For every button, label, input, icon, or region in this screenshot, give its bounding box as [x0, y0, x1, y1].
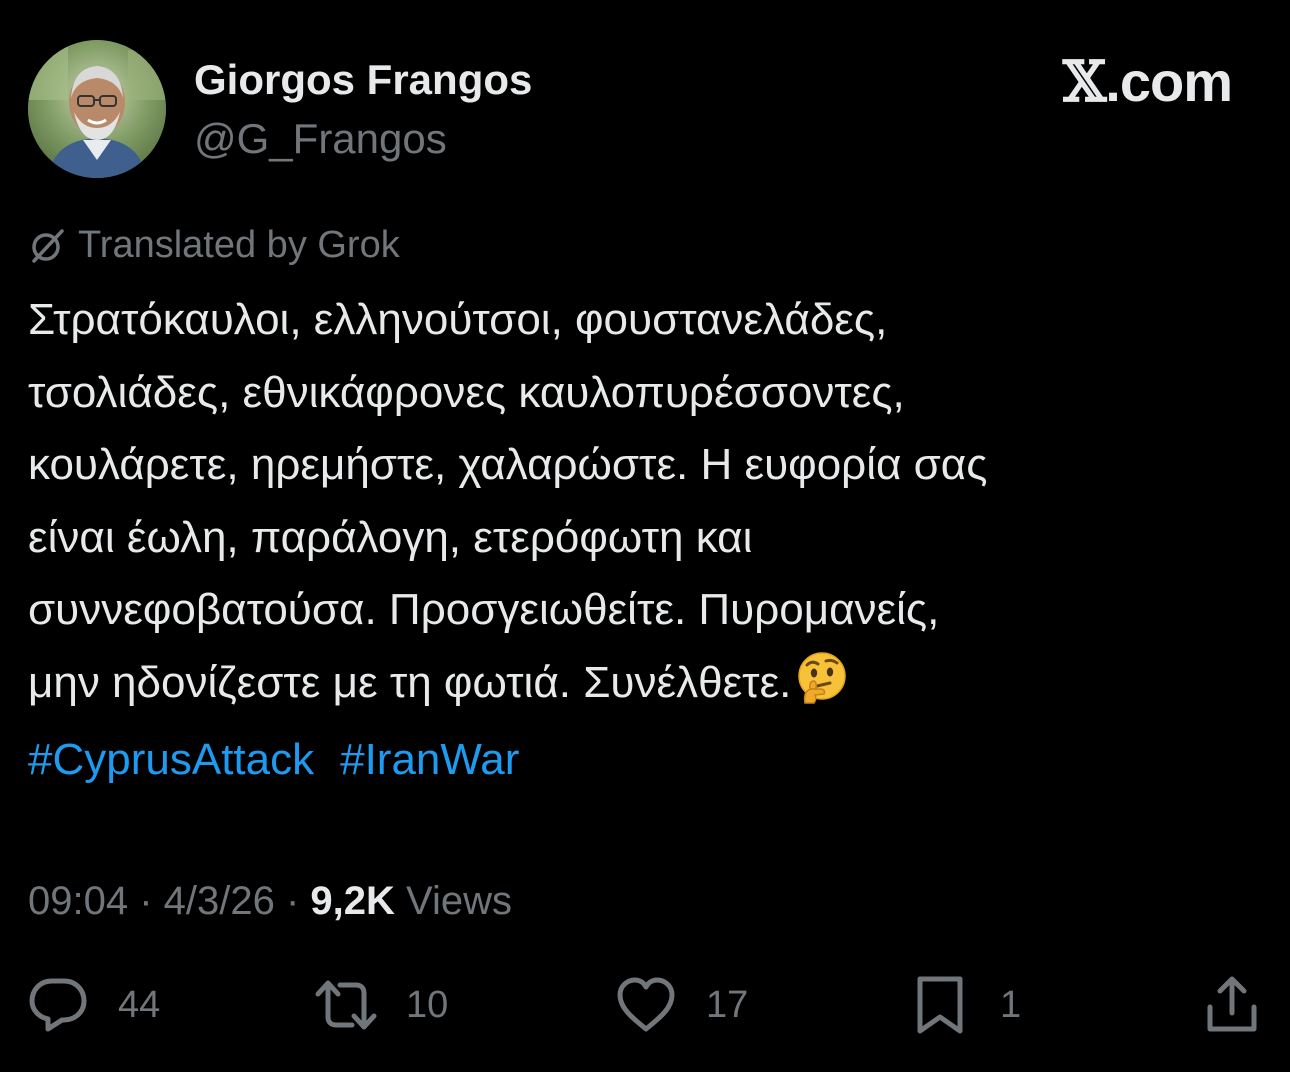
tweet-text-line: κουλάρετε, ηρεμήστε, χαλαρώστε. Η ευφορί… — [28, 440, 988, 489]
views-label: Views — [394, 879, 513, 923]
tweet-text: Στρατόκαυλοι, ελληνούτσοι, φουστανελάδες… — [28, 284, 1268, 719]
tweet-text-line: Στρατόκαυλοι, ελληνούτσοι, φουστανελάδες… — [28, 295, 888, 344]
translation-notice: Translated by Grok — [28, 222, 400, 268]
tweet-text-line: συννεφοβατούσα. Προσγειωθείτε. Πυρομανεί… — [28, 585, 940, 634]
heart-icon — [617, 977, 675, 1032]
share-icon — [1207, 976, 1257, 1032]
like-count: 17 — [706, 983, 749, 1026]
tweet-time[interactable]: 09:04 — [28, 879, 128, 923]
share-button[interactable] — [1200, 970, 1264, 1040]
author-handle[interactable]: @G_Frangos — [194, 115, 447, 163]
author-display-name[interactable]: Giorgos Frangos — [194, 56, 532, 104]
meta-separator: · — [128, 879, 164, 923]
hashtag-link[interactable]: #CyprusAttack — [28, 735, 314, 784]
avatar[interactable] — [28, 40, 166, 178]
tweet-text-line: τσολιάδες, εθνικάφρονες καυλοπυρέσσοντες… — [28, 367, 905, 417]
x-logo-icon: 𝕏 — [1062, 49, 1106, 115]
thinking-face-icon — [795, 651, 849, 705]
tweet-text-line: είναι έωλη, παράλογη, ετερόφωτη και — [28, 512, 753, 562]
like-button[interactable]: 17 — [614, 970, 748, 1040]
repost-button[interactable]: 10 — [314, 970, 448, 1040]
tweet-date[interactable]: 4/3/26 — [164, 879, 275, 923]
avatar-image — [28, 40, 166, 178]
views-count[interactable]: 9,2K — [310, 879, 395, 923]
bookmark-icon — [917, 976, 963, 1034]
grok-icon — [28, 225, 68, 265]
meta-separator: · — [274, 879, 311, 923]
tweet-meta: 09:04 · 4/3/26 · 9,2K Views — [28, 876, 512, 926]
tweet-text-line-last: μην ηδονίζεστε με τη φωτιά. Συνέλθετε. — [28, 647, 1268, 720]
reply-icon — [29, 978, 87, 1032]
hashtags: #CyprusAttack #IranWar — [28, 724, 519, 796]
bookmark-count: 1 — [1000, 983, 1022, 1026]
translation-label: Translated by Grok — [78, 223, 400, 266]
x-brand-logo: 𝕏.com — [1062, 49, 1233, 115]
hashtag-link[interactable]: #IranWar — [340, 735, 519, 784]
bookmark-button[interactable]: 1 — [908, 970, 1021, 1040]
repost-icon — [315, 980, 377, 1030]
tweet-card: Giorgos Frangos @G_Frangos 𝕏.com Transla… — [0, 0, 1290, 1072]
action-bar: 44 10 17 1 — [0, 970, 1290, 1040]
repost-count: 10 — [406, 983, 449, 1026]
reply-button[interactable]: 44 — [26, 970, 160, 1040]
reply-count: 44 — [118, 983, 161, 1026]
tweet-text-line: μην ηδονίζεστε με τη φωτιά. Συνέλθετε. — [28, 657, 792, 707]
brand-suffix: .com — [1105, 50, 1233, 113]
